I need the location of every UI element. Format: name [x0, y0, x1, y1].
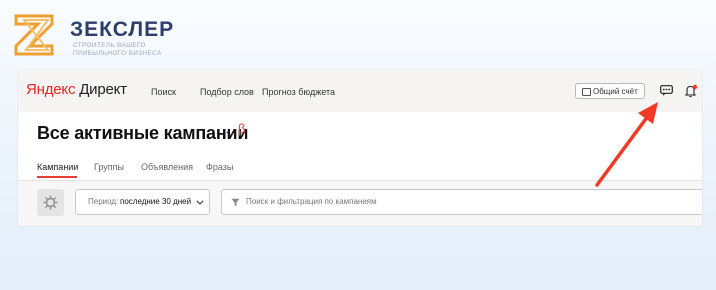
period-select[interactable]: Период: последние 30 дней [75, 189, 210, 215]
active-tab-indicator [37, 176, 77, 178]
annotation-arrow-icon [595, 102, 658, 187]
tab-phrases[interactable]: Фразы [206, 162, 233, 172]
nav-budget-forecast[interactable]: Прогноз бюджета [262, 87, 335, 97]
zexler-logo-mark-icon [14, 14, 54, 56]
notification-bell-icon[interactable] [684, 84, 698, 98]
settings-button[interactable] [37, 189, 64, 216]
chevron-down-icon[interactable] [226, 131, 235, 137]
search-placeholder: Поиск и фильтрация по кампаниям [246, 197, 377, 206]
nav-search[interactable]: Поиск [151, 87, 176, 97]
brand-direct: Директ [79, 81, 127, 98]
logo-subtitle: СТРОИТЕЛЬ ВАШЕГО ПРИБЫЛЬНОГО БИЗНЕСА [73, 42, 162, 57]
gear-icon [43, 195, 58, 210]
chevron-down-icon [196, 200, 204, 205]
tab-groups[interactable]: Группы [94, 162, 124, 172]
period-label: Период: [88, 197, 119, 206]
logo-title: ЗЕКСЛЕР [70, 18, 175, 41]
period-value: последние 30 дней [120, 197, 192, 206]
search-filter-input[interactable]: Поиск и фильтрация по кампаниям [221, 189, 702, 215]
zexler-logo: ЗЕКСЛЕР СТРОИТЕЛЬ ВАШЕГО ПРИБЫЛЬНОГО БИЗ… [12, 10, 173, 62]
tab-campaigns[interactable]: Кампании [37, 162, 78, 172]
page-title: Все активные кампании [37, 123, 249, 143]
tab-ads[interactable]: Объявления [141, 162, 193, 172]
yandex-direct-logo[interactable]: Яндекс Директ [26, 81, 127, 98]
nav-keyword-planner[interactable]: Подбор слов [200, 87, 254, 97]
filter-icon [231, 198, 240, 207]
brand-yandex: Яндекс [26, 81, 76, 98]
beta-badge: β [238, 121, 246, 136]
